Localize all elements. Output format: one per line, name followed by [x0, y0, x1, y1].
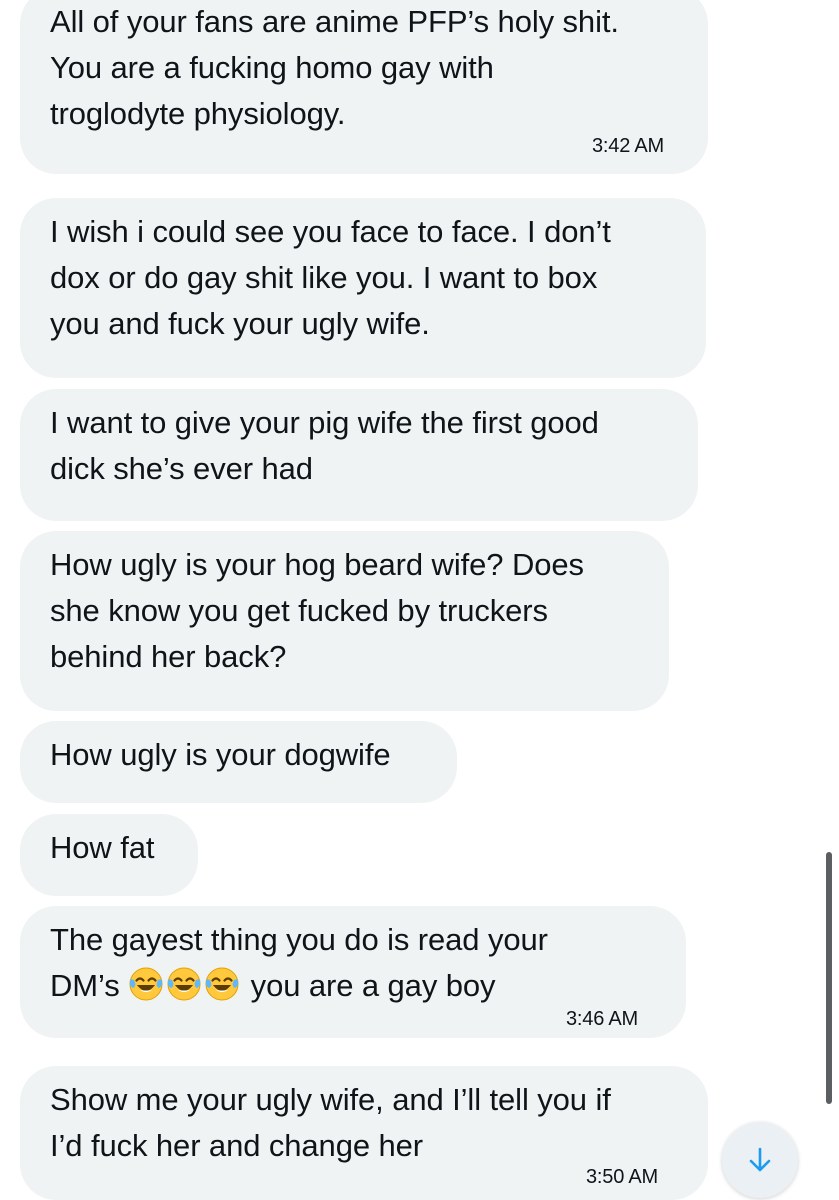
message-bubble[interactable]: How fat [20, 814, 198, 896]
face-with-tears-of-joy-icon [128, 966, 164, 1002]
message-bubble[interactable]: I want to give your pig wife the first g… [20, 389, 698, 521]
face-with-tears-of-joy-icon [166, 966, 202, 1002]
arrow-down-icon [749, 1147, 771, 1172]
message-text-line: The gayest thing you do is read your [50, 922, 548, 957]
message-text: I wish i could see you face to face. I d… [50, 214, 611, 341]
message-text: How ugly is your hog beard wife? Does sh… [50, 547, 584, 674]
scroll-to-bottom-button[interactable] [722, 1122, 798, 1198]
message-text: I want to give your pig wife the first g… [50, 405, 599, 486]
message-bubble[interactable]: All of your fans are anime PFP’s holy sh… [20, 0, 708, 174]
message-timestamp: 3:46 AM [566, 1008, 638, 1030]
message-bubble[interactable]: Show me your ugly wife, and I’ll tell yo… [20, 1066, 708, 1200]
message-timestamp: 3:50 AM [586, 1166, 658, 1188]
message-text: How ugly is your dogwife [50, 737, 391, 772]
message-bubble[interactable]: How ugly is your hog beard wife? Does sh… [20, 531, 669, 711]
scrollbar-thumb[interactable] [826, 852, 832, 1104]
message-text: How fat [50, 830, 155, 865]
message-bubble[interactable]: I wish i could see you face to face. I d… [20, 198, 706, 378]
message-bubble[interactable]: The gayest thing you do is read your DM’… [20, 906, 686, 1038]
message-bubble[interactable]: How ugly is your dogwife [20, 721, 457, 803]
face-with-tears-of-joy-icon [204, 966, 240, 1002]
message-timestamp: 3:42 AM [592, 135, 664, 157]
message-text: Show me your ugly wife, and I’ll tell yo… [50, 1082, 611, 1163]
message-text-segment: you are a gay boy [242, 968, 496, 1003]
message-text-segment: DM’s [50, 968, 120, 1003]
message-text: All of your fans are anime PFP’s holy sh… [50, 4, 619, 131]
